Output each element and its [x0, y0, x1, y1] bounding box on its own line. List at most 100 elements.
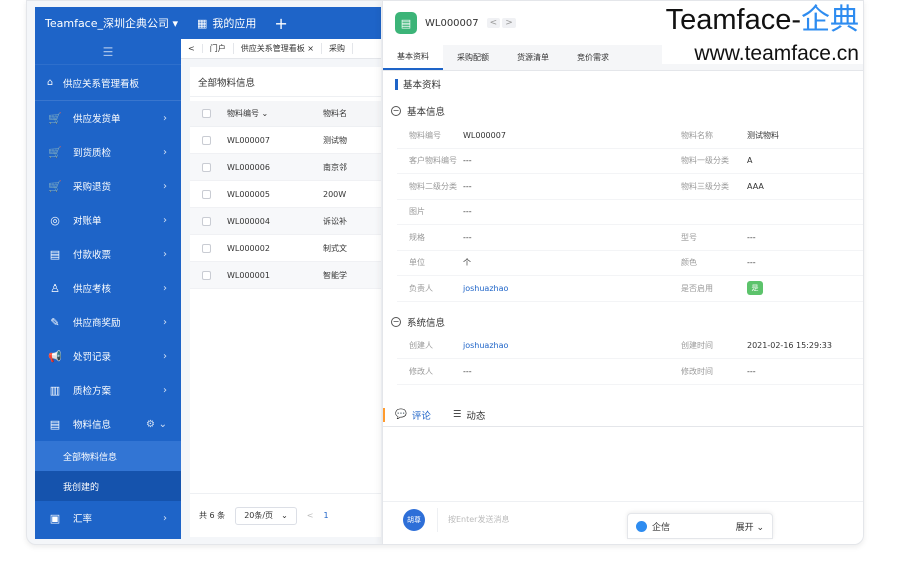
field-row: 单位 个 颜色 --- [397, 251, 863, 276]
column-header-name[interactable]: 物料名 [323, 108, 347, 119]
table-row[interactable]: WL000002 制式文 [190, 235, 381, 262]
avatar: 胡尊 [403, 508, 425, 531]
field-row: 图片 --- [397, 200, 863, 225]
sidebar-item-label: 处罚记录 [73, 352, 112, 363]
chevron-down-icon: ⌄ [281, 511, 288, 520]
row-code: WL000007 [227, 135, 270, 145]
row-name: 南京邻 [323, 162, 347, 172]
row-checkbox[interactable] [202, 243, 211, 253]
row-checkbox[interactable] [202, 216, 211, 226]
tab-portal[interactable]: 门户 [203, 43, 234, 54]
row-code: WL000002 [227, 243, 270, 253]
table-row[interactable]: WL000007 测试物 [190, 127, 381, 154]
row-checkbox[interactable] [202, 189, 211, 199]
tab-activity[interactable]: ☰ 动态 [453, 408, 486, 422]
page-size-select[interactable]: 20条/页 ⌄ [235, 506, 297, 525]
tab-bidding[interactable]: 竞价需求 [563, 44, 623, 70]
expand-button[interactable]: 展开 ⌄ [736, 520, 764, 533]
row-checkbox[interactable] [202, 270, 211, 280]
add-icon[interactable]: + [274, 14, 287, 33]
sidebar-item-statements[interactable]: ◎ 对账单 › [35, 203, 181, 237]
sidebar-item-inspection[interactable]: 🛒 到货质检 › [35, 135, 181, 169]
company-switcher[interactable]: Teamface_深圳企典公司 ▾ [35, 15, 187, 31]
comment-icon: 💬 [395, 409, 407, 420]
field-row: 物料二级分类 --- 物料三级分类 AAA [397, 174, 863, 200]
sidebar-item-label: 供应发货单 [73, 114, 121, 125]
list-title: 全部物料信息 [190, 67, 381, 97]
field-label: 物料名称 [681, 130, 713, 140]
sidebar-item-payments[interactable]: ▤ 付款收票 › [35, 237, 181, 271]
tab-source-list[interactable]: 货源清单 [503, 44, 563, 70]
field-label: 物料编号 [409, 130, 441, 140]
watermark: Teamface-企典 www.teamface.cn [661, 4, 863, 64]
field-value: --- [463, 366, 472, 376]
collapse-icon[interactable]: − [391, 106, 401, 116]
chevron-down-icon[interactable]: ⌄ [159, 419, 167, 430]
field-value: --- [463, 207, 472, 217]
field-label: 是否启用 [681, 283, 713, 293]
group-system[interactable]: − 系统信息 [383, 310, 863, 334]
comment-tabs: 💬 评论 ☰ 动态 [383, 403, 863, 427]
table-row[interactable]: WL000005 200W [190, 181, 381, 208]
field-value: WL000007 [463, 130, 506, 140]
settings-icon[interactable]: ⚙ [146, 419, 155, 430]
next-record-button[interactable]: > [502, 18, 516, 28]
prev-page-button[interactable]: < [307, 511, 314, 520]
collapse-icon[interactable]: − [391, 316, 401, 327]
sidebar-sub-all-materials[interactable]: 全部物料信息 [35, 441, 181, 471]
sidebar-item-label: 到货质检 [73, 148, 112, 159]
tab-purchase[interactable]: 采购 [322, 43, 353, 54]
menu-toggle-icon[interactable]: ☰ [35, 39, 181, 65]
book-icon: ▥ [49, 383, 61, 397]
tab-basic-info[interactable]: 基本资料 [383, 44, 443, 70]
tab-board[interactable]: 供应关系管理看板 × [234, 43, 322, 54]
field-label: 客户物料编号 [409, 156, 457, 166]
sidebar-item-rewards[interactable]: ✎ 供应商奖励 › [35, 305, 181, 339]
expand-label: 展开 [735, 522, 754, 533]
table-row[interactable]: WL000004 诉讼补 [190, 208, 381, 235]
group-label: 基本信息 [407, 107, 446, 118]
prev-record-button[interactable]: < [486, 18, 501, 28]
column-header-code[interactable]: 物料编号 ⌄ [227, 108, 323, 119]
chevron-right-icon: › [163, 214, 167, 226]
creator-link[interactable]: joshuazhao [463, 341, 681, 350]
top-bar: Teamface_深圳企典公司 ▾ ▦ 我的应用 + [35, 7, 381, 39]
field-label: 创建人 [409, 341, 433, 351]
brand-text: Teamface- [665, 4, 801, 36]
table-row[interactable]: WL000001 智能学 [190, 262, 381, 289]
row-name: 诉讼补 [323, 216, 347, 226]
page-number[interactable]: 1 [323, 511, 328, 520]
owner-link[interactable]: joshuazhao [463, 284, 681, 293]
row-checkbox[interactable] [202, 135, 211, 145]
chevron-right-icon: › [163, 350, 167, 362]
table-row[interactable]: WL000006 南京邻 [190, 154, 381, 181]
sidebar-item-shipping[interactable]: 🛒 供应发货单 › [35, 101, 181, 135]
field-label: 单位 [409, 258, 425, 268]
sidebar-item-exchange-rate[interactable]: ▣ 汇率 › [35, 501, 181, 535]
row-checkbox[interactable] [202, 162, 211, 172]
sidebar-item-evaluation[interactable]: ♙ 供应考核 › [35, 271, 181, 305]
record-code: WL000007 [425, 17, 479, 29]
sidebar-item-qc-plans[interactable]: ▥ 质检方案 › [35, 373, 181, 407]
sidebar-item-penalties[interactable]: 📢 处罚记录 › [35, 339, 181, 373]
sidebar-sub-created-by-me[interactable]: 我创建的 [35, 471, 181, 501]
group-basic[interactable]: − 基本信息 [383, 99, 863, 123]
field-label: 修改人 [409, 366, 433, 376]
my-apps-button[interactable]: ▦ 我的应用 [197, 15, 256, 31]
tab-comments[interactable]: 💬 评论 [395, 408, 431, 422]
tab-back[interactable]: < [181, 44, 203, 53]
message-input[interactable]: 按Enter发送消息 [437, 507, 617, 532]
qixin-chat-widget[interactable]: 企信 展开 ⌄ [627, 513, 773, 539]
sidebar-item-materials[interactable]: ▤ 物料信息 ⚙ ⌄ [35, 407, 181, 441]
field-label: 型号 [681, 232, 697, 242]
tab-quota[interactable]: 采购配额 [443, 44, 503, 70]
target-icon: ◎ [50, 213, 60, 227]
field-label: 物料二级分类 [409, 181, 457, 191]
sidebar-item-board[interactable]: ⌂ 供应关系管理看板 [35, 65, 181, 101]
row-code: WL000005 [227, 189, 270, 199]
select-all-checkbox[interactable] [202, 109, 211, 118]
chevron-right-icon: › [163, 112, 167, 124]
sidebar-item-label: 物料信息 [73, 420, 112, 431]
sidebar-item-returns[interactable]: 🛒 采购退货 › [35, 169, 181, 203]
field-label: 规格 [409, 232, 425, 242]
